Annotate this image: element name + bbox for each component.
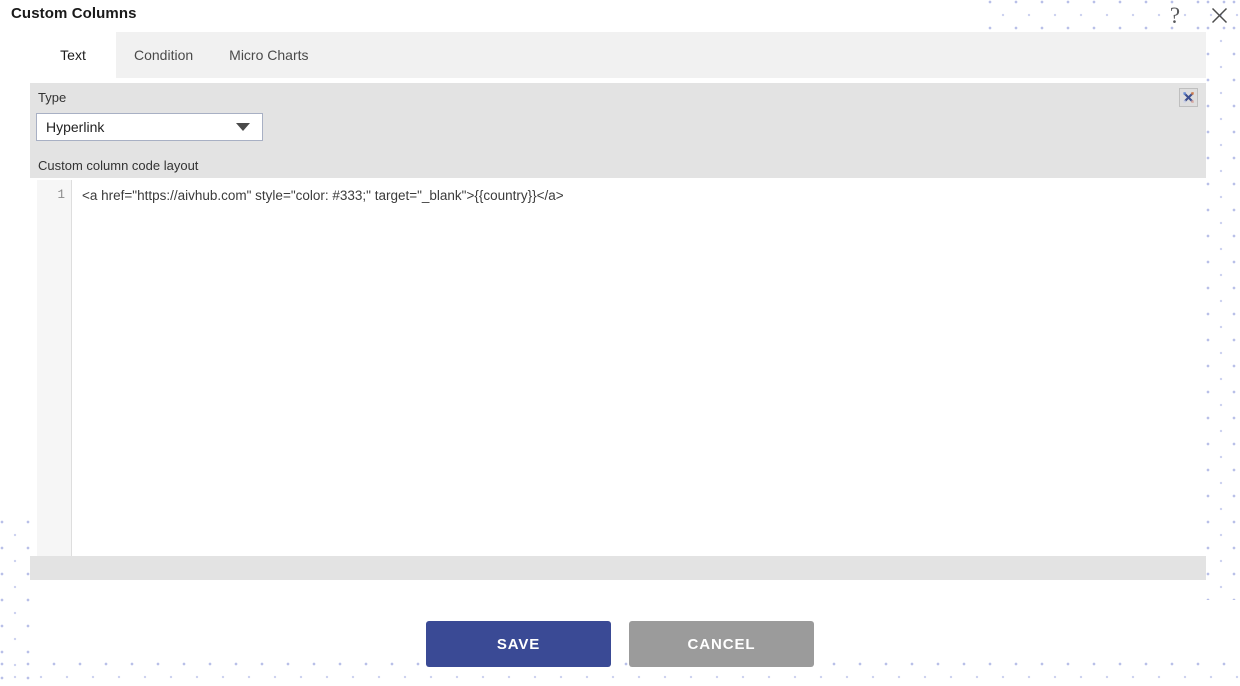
- tab-micro-charts[interactable]: Micro Charts: [211, 32, 326, 78]
- chevron-down-icon: [236, 123, 250, 131]
- dot-pattern-right: [1206, 0, 1240, 600]
- code-line: <a href="https://aivhub.com" style="colo…: [82, 188, 564, 203]
- code-layout-label: Custom column code layout: [38, 158, 199, 173]
- type-select-value: Hyperlink: [46, 119, 105, 135]
- question-mark-glyph: ?: [1169, 2, 1181, 28]
- type-select[interactable]: Hyperlink: [36, 113, 263, 141]
- save-button[interactable]: SAVE: [426, 621, 611, 667]
- editor-footer-strip: [30, 556, 1206, 580]
- code-editor[interactable]: 1 <a href="https://aivhub.com" style="co…: [37, 180, 1199, 556]
- page-title: Custom Columns: [11, 5, 137, 22]
- options-panel: Type Hyperlink Custom column code layout: [30, 83, 1206, 178]
- tab-text[interactable]: Text: [30, 32, 116, 78]
- help-icon[interactable]: ?: [1160, 0, 1190, 30]
- line-number: 1: [57, 188, 65, 202]
- dialog-header: Custom Columns ?: [0, 0, 1240, 30]
- type-label: Type: [38, 90, 67, 105]
- editor-gutter: 1: [37, 180, 72, 556]
- action-bar: SAVE CANCEL: [0, 621, 1240, 667]
- tab-condition[interactable]: Condition: [116, 32, 211, 78]
- editor-content[interactable]: <a href="https://aivhub.com" style="colo…: [72, 180, 1199, 556]
- tab-bar: Text Condition Micro Charts: [30, 32, 1206, 78]
- cancel-button[interactable]: CANCEL: [629, 621, 814, 667]
- close-icon[interactable]: [1204, 0, 1234, 30]
- broken-image-icon[interactable]: [1179, 88, 1198, 107]
